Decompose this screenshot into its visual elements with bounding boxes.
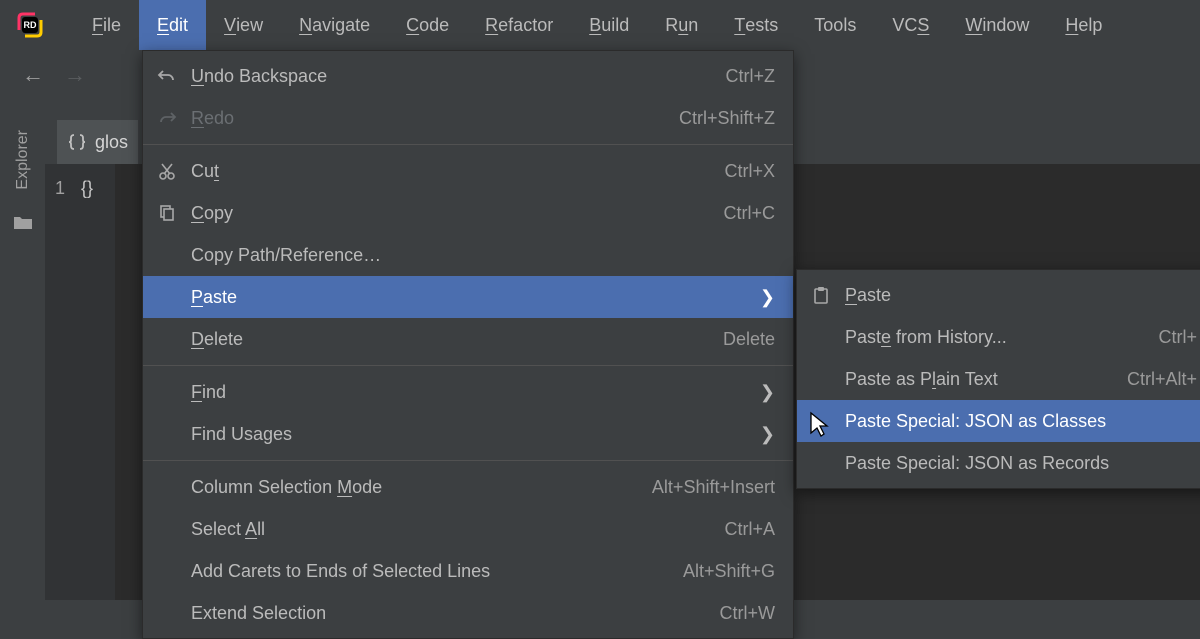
submenu-arrow-icon: ❯ — [760, 424, 775, 445]
menu-item-find[interactable]: Find ❯ — [143, 371, 793, 413]
menu-separator — [143, 365, 793, 366]
menu-item-delete[interactable]: Delete Delete — [143, 318, 793, 360]
editor-tab[interactable]: glos — [57, 120, 138, 164]
menu-item-label: Find — [191, 382, 752, 403]
svg-text:RD: RD — [24, 20, 37, 30]
menu-shortcut: Delete — [723, 329, 775, 350]
menu-item-label: Paste as Plain Text — [845, 369, 1107, 390]
menubar-item-tools[interactable]: Tools — [796, 0, 874, 50]
menu-item-label: Select All — [191, 519, 704, 540]
menu-item-paste[interactable]: Paste — [797, 274, 1200, 316]
menu-item-paste-special-json-as-records[interactable]: Paste Special: JSON as Records — [797, 442, 1200, 484]
explorer-tool-window-button[interactable]: Explorer — [14, 130, 32, 190]
menubar-item-window[interactable]: Window — [947, 0, 1047, 50]
nav-back-button[interactable]: ← — [22, 62, 44, 88]
submenu-arrow-icon: ❯ — [760, 287, 775, 308]
menu-item-paste-as-plain-text[interactable]: Paste as Plain Text Ctrl+Alt+ — [797, 358, 1200, 400]
paste-submenu: Paste Paste from History... Ctrl+ Paste as … — [796, 269, 1200, 489]
menu-item-paste-special-json-as-classes[interactable]: Paste Special: JSON as Classes — [797, 400, 1200, 442]
menu-shortcut: Ctrl+Shift+Z — [679, 108, 775, 129]
menubar-item-refactor[interactable]: Refactor — [467, 0, 571, 50]
menu-item-redo[interactable]: Redo Ctrl+Shift+Z — [143, 97, 793, 139]
menu-item-find-usages[interactable]: Find Usages ❯ — [143, 413, 793, 455]
edit-menu: Undo BackspaceCtrl+ZRedoCtrl+Shift+ZCutC… — [142, 50, 794, 639]
menubar-item-tests[interactable]: Tests — [716, 0, 796, 50]
menubar-item-vcs[interactable]: VCS — [874, 0, 947, 50]
menu-item-label: Add Carets to Ends of Selected Lines — [191, 561, 663, 582]
menu-shortcut: Ctrl+W — [720, 603, 776, 624]
menu-shortcut: Ctrl+Z — [726, 66, 776, 87]
line-number: 1 — [55, 178, 69, 199]
menubar-item-run[interactable]: Run — [647, 0, 716, 50]
menu-item-label: Paste — [191, 287, 752, 308]
menu-item-label: Column Selection Mode — [191, 477, 632, 498]
editor-tab-label: glos — [95, 132, 128, 153]
side-rail: Explorer — [0, 100, 45, 600]
menu-item-label: Copy — [191, 203, 703, 224]
menubar-item-view[interactable]: View — [206, 0, 281, 50]
redo-icon — [143, 108, 191, 128]
menu-item-label: Copy Path/Reference… — [191, 245, 775, 266]
menu-item-paste[interactable]: Paste ❯ — [143, 276, 793, 318]
braces-icon: {} — [81, 178, 93, 199]
menu-item-select-all[interactable]: Select All Ctrl+A — [143, 508, 793, 550]
menubar: RD FileEditViewNavigateCodeRefactorBuild… — [0, 0, 1200, 50]
menu-shortcut: Alt+Shift+G — [683, 561, 775, 582]
menu-separator — [143, 144, 793, 145]
cut-icon — [143, 161, 191, 181]
menubar-item-help[interactable]: Help — [1047, 0, 1120, 50]
menu-item-undo-backspace[interactable]: Undo Backspace Ctrl+Z — [143, 55, 793, 97]
menu-item-label: Paste — [845, 285, 1197, 306]
menu-separator — [143, 460, 793, 461]
menu-shortcut: Alt+Shift+Insert — [652, 477, 775, 498]
menu-item-label: Delete — [191, 329, 703, 350]
undo-icon — [143, 66, 191, 86]
submenu-arrow-icon: ❯ — [760, 382, 775, 403]
menubar-item-navigate[interactable]: Navigate — [281, 0, 388, 50]
menu-item-label: Redo — [191, 108, 659, 129]
menu-item-paste-from-history[interactable]: Paste from History... Ctrl+ — [797, 316, 1200, 358]
menu-shortcut: Ctrl+Alt+ — [1127, 369, 1197, 390]
menu-shortcut: Ctrl+ — [1158, 327, 1197, 348]
menubar-item-edit[interactable]: Edit — [139, 0, 206, 50]
json-file-icon — [67, 132, 87, 152]
menu-item-label: Extend Selection — [191, 603, 700, 624]
menu-item-extend-selection[interactable]: Extend Selection Ctrl+W — [143, 592, 793, 634]
menu-item-label: Cut — [191, 161, 704, 182]
menu-item-label: Paste Special: JSON as Classes — [845, 411, 1197, 432]
folder-icon[interactable] — [13, 214, 33, 230]
copy-icon — [143, 203, 191, 223]
nav-forward-button[interactable]: → — [64, 62, 86, 88]
menu-item-copy-path-reference[interactable]: Copy Path/Reference… — [143, 234, 793, 276]
menu-shortcut: Ctrl+C — [723, 203, 775, 224]
menu-item-label: Paste from History... — [845, 327, 1138, 348]
menu-shortcut: Ctrl+X — [724, 161, 775, 182]
menubar-item-file[interactable]: File — [74, 0, 139, 50]
menubar-item-code[interactable]: Code — [388, 0, 467, 50]
app-icon: RD — [14, 9, 46, 41]
menu-item-cut[interactable]: Cut Ctrl+X — [143, 150, 793, 192]
editor-gutter: 1 {} — [45, 164, 115, 600]
menu-item-label: Undo Backspace — [191, 66, 706, 87]
menu-item-column-selection-mode[interactable]: Column Selection Mode Alt+Shift+Insert — [143, 466, 793, 508]
menu-item-label: Find Usages — [191, 424, 752, 445]
menu-item-copy[interactable]: Copy Ctrl+C — [143, 192, 793, 234]
paste-icon — [797, 285, 845, 305]
menu-item-label: Paste Special: JSON as Records — [845, 453, 1197, 474]
menu-shortcut: Ctrl+A — [724, 519, 775, 540]
menu-item-add-carets-to-ends-of-selected-lines[interactable]: Add Carets to Ends of Selected Lines Alt+… — [143, 550, 793, 592]
menubar-item-build[interactable]: Build — [571, 0, 647, 50]
